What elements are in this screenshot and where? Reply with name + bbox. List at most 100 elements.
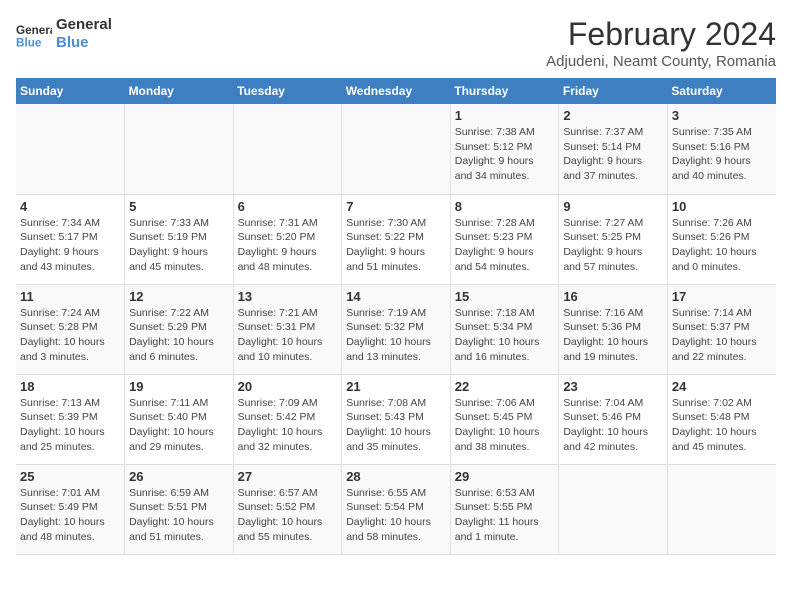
weekday-header-monday: Monday bbox=[125, 78, 234, 104]
calendar-table: SundayMondayTuesdayWednesdayThursdayFrid… bbox=[16, 78, 776, 555]
calendar-cell: 18 Sunrise: 7:13 AMSunset: 5:39 PMDayligh… bbox=[16, 374, 125, 464]
svg-text:Blue: Blue bbox=[16, 37, 42, 50]
cell-content: Sunrise: 7:24 AMSunset: 5:28 PMDaylight:… bbox=[20, 306, 120, 365]
cell-content: Sunrise: 7:27 AMSunset: 5:25 PMDaylight:… bbox=[563, 216, 663, 275]
calendar-cell: 3 Sunrise: 7:35 AMSunset: 5:16 PMDaylight… bbox=[667, 104, 776, 194]
day-number: 25 bbox=[20, 469, 120, 484]
calendar-cell: 16 Sunrise: 7:16 AMSunset: 5:36 PMDayligh… bbox=[559, 284, 668, 374]
day-number: 4 bbox=[20, 199, 120, 214]
day-number: 12 bbox=[129, 289, 229, 304]
weekday-header-wednesday: Wednesday bbox=[342, 78, 451, 104]
cell-content: Sunrise: 7:08 AMSunset: 5:43 PMDaylight:… bbox=[346, 396, 446, 455]
cell-content: Sunrise: 7:30 AMSunset: 5:22 PMDaylight:… bbox=[346, 216, 446, 275]
calendar-cell: 5Sunrise: 7:33 AMSunset: 5:19 PMDaylight… bbox=[125, 194, 234, 284]
calendar-cell: 25 Sunrise: 7:01 AMSunset: 5:49 PMDayligh… bbox=[16, 464, 125, 554]
weekday-header-saturday: Saturday bbox=[667, 78, 776, 104]
cell-content: Sunrise: 7:35 AMSunset: 5:16 PMDaylight:… bbox=[672, 125, 772, 184]
calendar-cell: 8Sunrise: 7:28 AMSunset: 5:23 PMDaylight… bbox=[450, 194, 559, 284]
calendar-cell: 1 Sunrise: 7:38 AMSunset: 5:12 PMDaylight… bbox=[450, 104, 559, 194]
calendar-cell: 26Sunrise: 6:59 AMSunset: 5:51 PMDayligh… bbox=[125, 464, 234, 554]
title-area: February 2024 Adjudeni, Neamt County, Ro… bbox=[546, 16, 776, 70]
calendar-cell: 19Sunrise: 7:11 AMSunset: 5:40 PMDayligh… bbox=[125, 374, 234, 464]
week-row-1: 1 Sunrise: 7:38 AMSunset: 5:12 PMDaylight… bbox=[16, 104, 776, 194]
cell-content: Sunrise: 7:06 AMSunset: 5:45 PMDaylight:… bbox=[455, 396, 555, 455]
calendar-cell bbox=[16, 104, 125, 194]
calendar-cell: 2Sunrise: 7:37 AMSunset: 5:14 PMDaylight… bbox=[559, 104, 668, 194]
page-title: February 2024 bbox=[546, 16, 776, 53]
logo-bird-icon: General Blue bbox=[16, 16, 52, 52]
logo-text-blue: Blue bbox=[56, 34, 112, 52]
day-number: 29 bbox=[455, 469, 555, 484]
calendar-cell: 11 Sunrise: 7:24 AMSunset: 5:28 PMDayligh… bbox=[16, 284, 125, 374]
day-number: 15 bbox=[455, 289, 555, 304]
cell-content: Sunrise: 7:18 AMSunset: 5:34 PMDaylight:… bbox=[455, 306, 555, 365]
day-number: 3 bbox=[672, 108, 772, 123]
calendar-cell: 22 Sunrise: 7:06 AMSunset: 5:45 PMDayligh… bbox=[450, 374, 559, 464]
calendar-cell bbox=[667, 464, 776, 554]
cell-content: Sunrise: 7:04 AMSunset: 5:46 PMDaylight:… bbox=[563, 396, 663, 455]
cell-content: Sunrise: 7:37 AMSunset: 5:14 PMDaylight:… bbox=[563, 125, 663, 184]
week-row-3: 11 Sunrise: 7:24 AMSunset: 5:28 PMDayligh… bbox=[16, 284, 776, 374]
day-number: 24 bbox=[672, 379, 772, 394]
day-number: 13 bbox=[238, 289, 338, 304]
cell-content: Sunrise: 7:11 AMSunset: 5:40 PMDaylight:… bbox=[129, 396, 229, 455]
calendar-cell bbox=[233, 104, 342, 194]
calendar-cell: 29 Sunrise: 6:53 AMSunset: 5:55 PMDayligh… bbox=[450, 464, 559, 554]
cell-content: Sunrise: 7:16 AMSunset: 5:36 PMDaylight:… bbox=[563, 306, 663, 365]
cell-content: Sunrise: 7:21 AMSunset: 5:31 PMDaylight:… bbox=[238, 306, 338, 365]
weekday-header-sunday: Sunday bbox=[16, 78, 125, 104]
calendar-cell: 17 Sunrise: 7:14 AMSunset: 5:37 PMDayligh… bbox=[667, 284, 776, 374]
day-number: 27 bbox=[238, 469, 338, 484]
day-number: 16 bbox=[563, 289, 663, 304]
day-number: 7 bbox=[346, 199, 446, 214]
cell-content: Sunrise: 7:33 AMSunset: 5:19 PMDaylight:… bbox=[129, 216, 229, 275]
calendar-cell bbox=[559, 464, 668, 554]
cell-content: Sunrise: 6:55 AMSunset: 5:54 PMDaylight:… bbox=[346, 486, 446, 545]
cell-content: Sunrise: 7:02 AMSunset: 5:48 PMDaylight:… bbox=[672, 396, 772, 455]
calendar-cell: 15 Sunrise: 7:18 AMSunset: 5:34 PMDayligh… bbox=[450, 284, 559, 374]
calendar-cell bbox=[125, 104, 234, 194]
week-row-5: 25 Sunrise: 7:01 AMSunset: 5:49 PMDayligh… bbox=[16, 464, 776, 554]
calendar-cell: 10Sunrise: 7:26 AMSunset: 5:26 PMDayligh… bbox=[667, 194, 776, 284]
weekday-header-row: SundayMondayTuesdayWednesdayThursdayFrid… bbox=[16, 78, 776, 104]
day-number: 8 bbox=[455, 199, 555, 214]
day-number: 1 bbox=[455, 108, 555, 123]
day-number: 11 bbox=[20, 289, 120, 304]
day-number: 26 bbox=[129, 469, 229, 484]
cell-content: Sunrise: 7:13 AMSunset: 5:39 PMDaylight:… bbox=[20, 396, 120, 455]
day-number: 10 bbox=[672, 199, 772, 214]
weekday-header-tuesday: Tuesday bbox=[233, 78, 342, 104]
cell-content: Sunrise: 7:38 AMSunset: 5:12 PMDaylight:… bbox=[455, 125, 555, 184]
calendar-cell: 28 Sunrise: 6:55 AMSunset: 5:54 PMDayligh… bbox=[342, 464, 451, 554]
weekday-header-friday: Friday bbox=[559, 78, 668, 104]
day-number: 18 bbox=[20, 379, 120, 394]
day-number: 9 bbox=[563, 199, 663, 214]
cell-content: Sunrise: 7:34 AMSunset: 5:17 PMDaylight:… bbox=[20, 216, 120, 275]
day-number: 23 bbox=[563, 379, 663, 394]
calendar-cell: 20 Sunrise: 7:09 AMSunset: 5:42 PMDayligh… bbox=[233, 374, 342, 464]
calendar-cell: 27 Sunrise: 6:57 AMSunset: 5:52 PMDayligh… bbox=[233, 464, 342, 554]
day-number: 28 bbox=[346, 469, 446, 484]
cell-content: Sunrise: 7:01 AMSunset: 5:49 PMDaylight:… bbox=[20, 486, 120, 545]
logo: General Blue General Blue bbox=[16, 16, 112, 52]
cell-content: Sunrise: 6:53 AMSunset: 5:55 PMDaylight:… bbox=[455, 486, 555, 545]
day-number: 6 bbox=[238, 199, 338, 214]
day-number: 22 bbox=[455, 379, 555, 394]
calendar-cell: 12 Sunrise: 7:22 AMSunset: 5:29 PMDayligh… bbox=[125, 284, 234, 374]
calendar-cell: 6Sunrise: 7:31 AMSunset: 5:20 PMDaylight… bbox=[233, 194, 342, 284]
cell-content: Sunrise: 6:57 AMSunset: 5:52 PMDaylight:… bbox=[238, 486, 338, 545]
day-number: 17 bbox=[672, 289, 772, 304]
day-number: 14 bbox=[346, 289, 446, 304]
calendar-cell: 9 Sunrise: 7:27 AMSunset: 5:25 PMDaylight… bbox=[559, 194, 668, 284]
calendar-cell bbox=[342, 104, 451, 194]
day-number: 21 bbox=[346, 379, 446, 394]
cell-content: Sunrise: 7:19 AMSunset: 5:32 PMDaylight:… bbox=[346, 306, 446, 365]
cell-content: Sunrise: 7:09 AMSunset: 5:42 PMDaylight:… bbox=[238, 396, 338, 455]
calendar-cell: 23 Sunrise: 7:04 AMSunset: 5:46 PMDayligh… bbox=[559, 374, 668, 464]
day-number: 20 bbox=[238, 379, 338, 394]
cell-content: Sunrise: 7:22 AMSunset: 5:29 PMDaylight:… bbox=[129, 306, 229, 365]
calendar-cell: 7 Sunrise: 7:30 AMSunset: 5:22 PMDaylight… bbox=[342, 194, 451, 284]
calendar-cell: 14 Sunrise: 7:19 AMSunset: 5:32 PMDayligh… bbox=[342, 284, 451, 374]
calendar-cell: 4 Sunrise: 7:34 AMSunset: 5:17 PMDaylight… bbox=[16, 194, 125, 284]
cell-content: Sunrise: 7:14 AMSunset: 5:37 PMDaylight:… bbox=[672, 306, 772, 365]
